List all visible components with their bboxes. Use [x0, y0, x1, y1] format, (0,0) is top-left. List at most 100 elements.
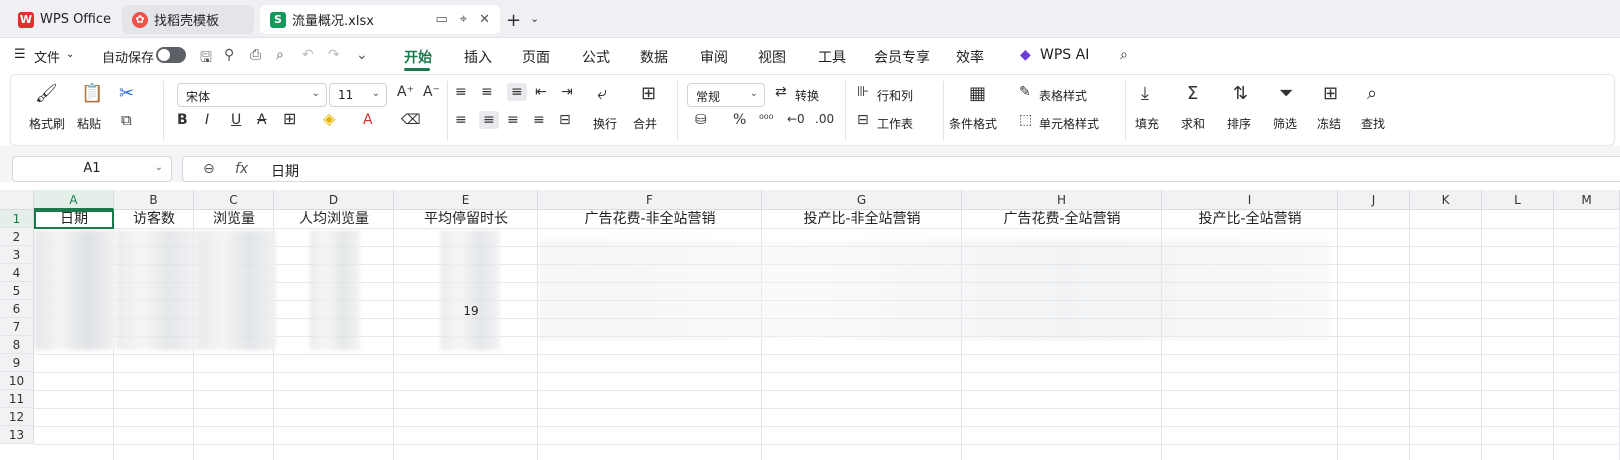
column-header-K[interactable]: K [1410, 190, 1482, 210]
formula-input[interactable]: ⊖ fx 日期 [182, 156, 1620, 182]
column-header-H[interactable]: H [962, 190, 1162, 210]
row-header-5[interactable]: 5 [0, 282, 34, 300]
percent-icon[interactable]: % [733, 113, 746, 127]
column-header-B[interactable]: B [114, 190, 194, 210]
increase-font-icon[interactable]: A⁺ [397, 85, 414, 99]
wrap-text-icon[interactable]: ⤶ [597, 85, 607, 103]
align-left-icon[interactable]: ≡ [455, 113, 467, 127]
decrease-font-icon[interactable]: A⁻ [423, 85, 440, 99]
indent-decrease-icon[interactable]: ⇤ [535, 85, 547, 99]
align-center-icon[interactable]: ≡ [479, 111, 499, 129]
select-all-corner[interactable] [0, 190, 34, 210]
active-cell-A1[interactable] [34, 210, 114, 229]
hamburger-icon[interactable]: ☰ [14, 47, 26, 62]
column-header-E[interactable]: E [394, 190, 538, 210]
justify-icon[interactable]: ≡ [533, 113, 545, 127]
convert-button[interactable]: 转换 [795, 87, 819, 104]
thousands-icon[interactable]: ⁰⁰⁰ [759, 113, 773, 125]
row-header-11[interactable]: 11 [0, 390, 34, 408]
header-cell[interactable]: 广告花费-全站营销 [962, 210, 1162, 228]
row-header-10[interactable]: 10 [0, 372, 34, 390]
number-format-select[interactable]: 常规 ⌄ [687, 83, 765, 107]
print-icon[interactable]: ⎙ [250, 47, 261, 63]
paste-icon[interactable]: 📋 [81, 85, 103, 103]
italic-icon[interactable]: I [205, 113, 209, 127]
row-header-9[interactable]: 9 [0, 354, 34, 372]
row-header-3[interactable]: 3 [0, 246, 34, 264]
convert-icon[interactable]: ⇄ [775, 85, 787, 99]
increase-decimal-icon[interactable]: .00 [815, 113, 834, 125]
ribbon-tab-tools[interactable]: 工具 [818, 47, 846, 67]
ribbon-tab-data[interactable]: 数据 [640, 47, 668, 67]
align-top-icon[interactable]: ≡ [455, 85, 467, 99]
ribbon-tab-wps-ai[interactable]: WPS AI [1040, 47, 1089, 63]
copy-icon[interactable]: ⧉ [121, 113, 132, 128]
chevron-down-icon[interactable]: ⌄ [530, 12, 539, 25]
table-style-button[interactable]: 表格样式 [1039, 87, 1087, 104]
header-cell[interactable]: 人均浏览量 [274, 210, 394, 228]
close-icon[interactable]: ✕ [479, 12, 490, 27]
row-header-2[interactable]: 2 [0, 228, 34, 246]
worksheet-button[interactable]: 工作表 [877, 115, 913, 132]
merge-button[interactable]: 合并 [633, 115, 657, 132]
fx-icon[interactable]: fx [235, 161, 248, 177]
ribbon-tab-page[interactable]: 页面 [522, 47, 550, 67]
header-cell[interactable]: 浏览量 [194, 210, 274, 228]
fill-button[interactable]: 填充 [1135, 115, 1159, 132]
sum-button[interactable]: 求和 [1181, 115, 1205, 132]
share-icon[interactable]: ⚲ [224, 47, 234, 63]
cell-style-button[interactable]: 单元格样式 [1039, 115, 1099, 132]
filter-icon[interactable]: ⏷ [1279, 85, 1293, 103]
cut-icon[interactable]: ✂ [119, 85, 134, 103]
font-family-select[interactable]: 宋体 ⌄ [177, 83, 327, 107]
distributed-icon[interactable]: ⊟ [559, 113, 571, 127]
header-cell[interactable]: 平均停留时长 [394, 210, 538, 228]
conditional-format-button[interactable]: 条件格式 [949, 115, 997, 132]
fill-icon[interactable]: ⤓ [1141, 85, 1149, 103]
ribbon-tab-view[interactable]: 视图 [758, 47, 786, 67]
clear-format-icon[interactable]: ⌫ [401, 113, 421, 127]
zoom-icon[interactable]: ⊖ [203, 161, 215, 177]
header-cell[interactable]: 投产比-全站营销 [1162, 210, 1338, 228]
window-restore-icon[interactable]: ▭ [435, 12, 447, 27]
cell-style-icon[interactable]: ⬚ [1019, 113, 1032, 127]
column-header-A[interactable]: A [34, 190, 114, 210]
fill-color-icon[interactable]: ◈ [323, 111, 335, 127]
sort-button[interactable]: 排序 [1227, 115, 1251, 132]
column-header-F[interactable]: F [538, 190, 762, 210]
column-header-L[interactable]: L [1482, 190, 1554, 210]
find-button[interactable]: 查找 [1361, 115, 1385, 132]
column-header-J[interactable]: J [1338, 190, 1410, 210]
tab-active-document[interactable]: S 流量概况.xlsx ▭ ⌖ ✕ [260, 5, 500, 34]
worksheet-icon[interactable]: ⊟ [857, 113, 869, 127]
header-cell[interactable]: 广告花费-非全站营销 [538, 210, 762, 228]
row-header-8[interactable]: 8 [0, 336, 34, 354]
decrease-decimal-icon[interactable]: ←0 [787, 113, 805, 125]
font-color-icon[interactable]: A [363, 113, 373, 127]
tab-wps-office[interactable]: W WPS Office [8, 5, 116, 34]
column-header-C[interactable]: C [194, 190, 274, 210]
align-middle-icon[interactable]: ≡ [481, 85, 493, 99]
freeze-icon[interactable]: ⊞ [1323, 85, 1338, 103]
align-bottom-icon[interactable]: ≡ [507, 83, 527, 101]
bold-icon[interactable]: B [177, 113, 188, 127]
freeze-button[interactable]: 冻结 [1317, 115, 1341, 132]
border-icon[interactable]: ⊞ [283, 111, 296, 127]
header-cell[interactable]: 投产比-非全站营销 [762, 210, 962, 228]
menu-file[interactable]: 文件 [34, 47, 60, 66]
header-cell[interactable]: 访客数 [114, 210, 194, 228]
table-style-icon[interactable]: ✎ [1019, 85, 1031, 99]
undo-icon[interactable]: ↶ [302, 47, 314, 63]
chevron-down-icon[interactable]: ⌄ [356, 47, 368, 63]
autosave-toggle[interactable] [156, 47, 186, 63]
column-header-I[interactable]: I [1162, 190, 1338, 210]
font-size-select[interactable]: 11 ⌄ [329, 83, 387, 107]
row-col-button[interactable]: 行和列 [877, 87, 913, 104]
row-header-6[interactable]: 6 [0, 300, 34, 318]
row-header-7[interactable]: 7 [0, 318, 34, 336]
ribbon-tab-home[interactable]: 开始 [404, 47, 432, 67]
currency-icon[interactable]: ⛁ [695, 113, 707, 127]
merge-icon[interactable]: ⊞ [641, 85, 656, 103]
format-painter-button[interactable]: 格式刷 [29, 115, 65, 132]
ribbon-tab-formula[interactable]: 公式 [582, 47, 610, 67]
